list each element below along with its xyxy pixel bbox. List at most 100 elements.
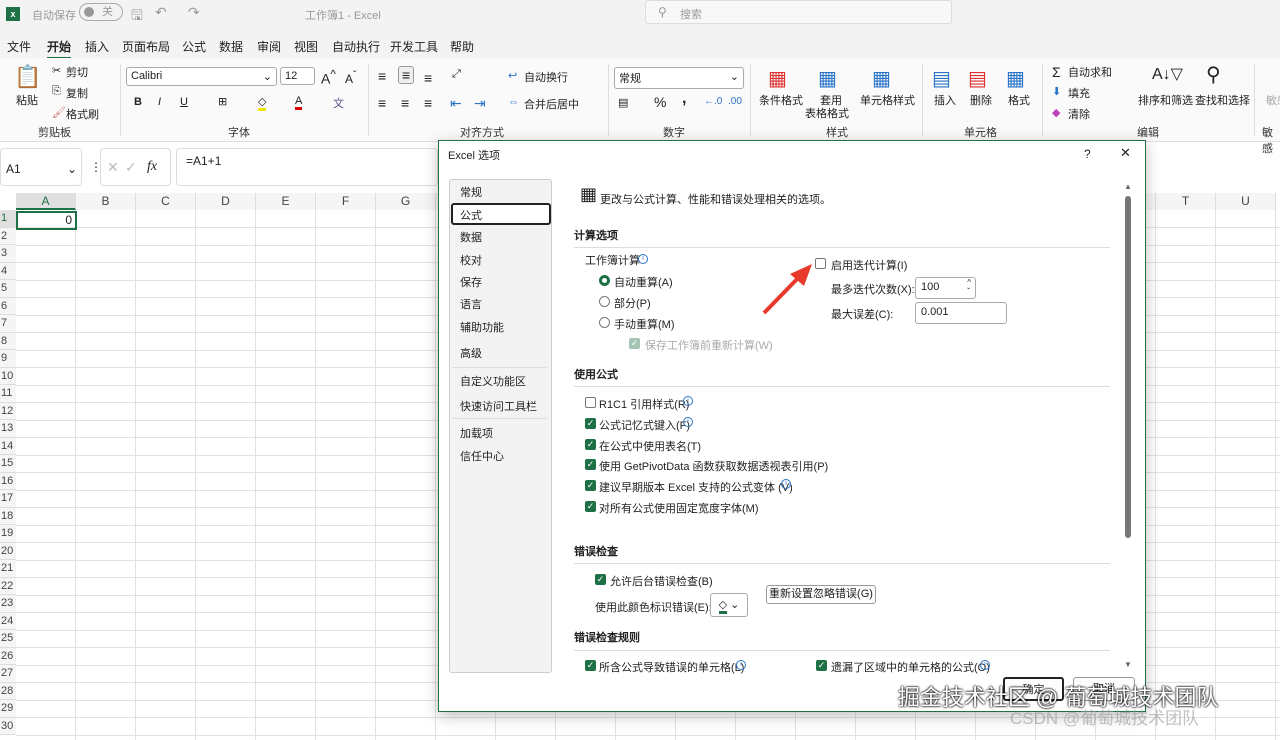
row-header[interactable]: 21 bbox=[0, 560, 16, 578]
autosum-button[interactable]: 自动求和 bbox=[1068, 64, 1112, 80]
increase-font-icon[interactable]: A^ bbox=[321, 68, 336, 87]
underline-button[interactable]: U bbox=[180, 96, 188, 108]
menu-developer[interactable]: 开发工具 bbox=[390, 38, 438, 55]
bold-button[interactable]: B bbox=[134, 96, 142, 108]
rule-omit-cells-checkbox[interactable]: ✓ bbox=[816, 660, 827, 671]
menu-formulas[interactable]: 公式 bbox=[182, 38, 206, 55]
row-header[interactable]: 19 bbox=[0, 525, 16, 543]
currency-icon[interactable]: ▤ bbox=[618, 96, 628, 109]
insert-cells-button[interactable]: 插入 bbox=[934, 92, 956, 108]
font-color-icon[interactable]: A bbox=[295, 95, 303, 110]
formula-option-checkbox[interactable]: ✓ bbox=[585, 417, 596, 429]
align-top-icon[interactable]: ≡ bbox=[378, 68, 386, 84]
phonetic-icon[interactable]: 文 bbox=[333, 95, 344, 111]
borders-icon[interactable]: ⊞ bbox=[218, 95, 227, 108]
radio-manual[interactable] bbox=[599, 317, 610, 328]
radio-partial[interactable] bbox=[599, 296, 610, 307]
name-box[interactable]: A1 ⌄ bbox=[0, 148, 82, 186]
radio-automatic[interactable] bbox=[599, 275, 610, 286]
row-header[interactable]: 14 bbox=[0, 437, 16, 455]
column-header[interactable]: E bbox=[256, 193, 316, 210]
conditional-format-button[interactable]: 条件格式 bbox=[759, 92, 803, 108]
row-header[interactable]: 8 bbox=[0, 332, 16, 350]
merge-center-button[interactable]: 合并后居中 bbox=[524, 96, 579, 112]
column-header[interactable]: A bbox=[16, 193, 76, 210]
menu-file[interactable]: 文件 bbox=[7, 38, 31, 55]
column-header[interactable]: G bbox=[376, 193, 436, 210]
row-header[interactable]: 12 bbox=[0, 402, 16, 420]
row-header[interactable]: 2 bbox=[0, 227, 16, 245]
align-right-icon[interactable]: ≡ bbox=[424, 95, 432, 111]
sort-filter-button[interactable]: 排序和筛选 bbox=[1138, 92, 1193, 108]
cut-button[interactable]: 剪切 bbox=[66, 64, 88, 80]
clear-button[interactable]: 清除 bbox=[1068, 106, 1090, 122]
row-header[interactable]: 6 bbox=[0, 297, 16, 315]
nav-item[interactable]: 自定义功能区 bbox=[460, 373, 526, 389]
row-header[interactable]: 23 bbox=[0, 595, 16, 613]
row-header[interactable]: 15 bbox=[0, 455, 16, 473]
reset-ignored-errors-button[interactable]: 重新设置忽略错误(G) bbox=[766, 585, 876, 604]
increase-indent-icon[interactable]: ⇥ bbox=[474, 95, 486, 112]
row-header[interactable]: 3 bbox=[0, 245, 16, 263]
menu-review[interactable]: 审阅 bbox=[257, 38, 281, 55]
save-icon[interactable]: 🖫 bbox=[131, 5, 143, 29]
help-button[interactable]: ? bbox=[1084, 147, 1091, 161]
formula-option-checkbox[interactable]: ✓ bbox=[585, 480, 596, 492]
menu-insert[interactable]: 插入 bbox=[85, 38, 109, 55]
error-color-picker[interactable]: ◇ ⌄ bbox=[710, 593, 748, 617]
menu-automate[interactable]: 自动执行 bbox=[332, 38, 380, 55]
formula-option-checkbox[interactable]: ✓ bbox=[585, 459, 596, 471]
row-header[interactable]: 16 bbox=[0, 472, 16, 490]
cancel-icon[interactable]: ✕ bbox=[107, 159, 119, 176]
redo-icon[interactable]: ↷ bbox=[188, 4, 200, 21]
scrollbar-thumb[interactable] bbox=[1125, 196, 1131, 538]
column-header[interactable]: C bbox=[136, 193, 196, 210]
format-cells-button[interactable]: 格式 bbox=[1008, 92, 1030, 108]
row-header[interactable]: 29 bbox=[0, 700, 16, 718]
row-header[interactable]: 30 bbox=[0, 717, 16, 735]
enter-icon[interactable]: ✓ bbox=[125, 159, 137, 176]
italic-button[interactable]: I bbox=[158, 96, 161, 108]
formula-option-checkbox[interactable]: ✓ bbox=[585, 438, 596, 450]
row-header[interactable]: 18 bbox=[0, 507, 16, 525]
menu-page-layout[interactable]: 页面布局 bbox=[122, 38, 170, 55]
row-header[interactable]: 1 bbox=[0, 210, 16, 228]
row-header[interactable]: 10 bbox=[0, 367, 16, 385]
column-header[interactable]: B bbox=[76, 193, 136, 210]
copy-button[interactable]: 复制 bbox=[66, 85, 88, 101]
row-header[interactable]: 24 bbox=[0, 612, 16, 630]
row-header[interactable]: 28 bbox=[0, 682, 16, 700]
number-format-select[interactable]: 常规 ⌄ bbox=[614, 67, 744, 89]
nav-item[interactable]: 高级 bbox=[460, 345, 482, 361]
decrease-decimal-icon[interactable]: .00 bbox=[728, 96, 742, 107]
orientation-icon[interactable]: ⤢ bbox=[452, 68, 461, 81]
nav-item[interactable]: 语言 bbox=[460, 296, 482, 312]
menu-help[interactable]: 帮助 bbox=[450, 38, 474, 55]
align-center-icon[interactable]: ≡ bbox=[401, 95, 409, 111]
fill-button[interactable]: 填充 bbox=[1068, 85, 1090, 101]
bg-error-checkbox[interactable]: ✓ bbox=[595, 574, 606, 585]
column-header[interactable]: F bbox=[316, 193, 376, 210]
undo-icon[interactable]: ↶ bbox=[155, 4, 167, 21]
max-iterations-spinner[interactable]: 100 ^ ˇ bbox=[915, 277, 976, 299]
nav-item[interactable]: 信任中心 bbox=[460, 448, 504, 464]
percent-button[interactable]: % bbox=[654, 94, 666, 110]
cell-styles-button[interactable]: 单元格样式 bbox=[860, 92, 915, 108]
formula-option-checkbox[interactable]: ✓ bbox=[585, 501, 596, 512]
column-header[interactable]: D bbox=[196, 193, 256, 210]
column-header[interactable]: U bbox=[1216, 193, 1276, 210]
column-header[interactable]: T bbox=[1156, 193, 1216, 210]
align-bottom-icon[interactable]: ≡ bbox=[424, 70, 432, 86]
autosave-toggle[interactable]: 关 bbox=[79, 3, 123, 21]
font-name-select[interactable]: Calibri ⌄ bbox=[126, 67, 277, 86]
font-size-select[interactable]: 12 bbox=[280, 67, 315, 85]
cell-a1[interactable]: 0 bbox=[16, 211, 77, 230]
row-header[interactable]: 9 bbox=[0, 350, 16, 368]
align-middle-icon[interactable]: ≡ bbox=[398, 66, 415, 84]
align-left-icon[interactable]: ≡ bbox=[378, 95, 386, 111]
nav-item[interactable]: 常规 bbox=[460, 184, 482, 200]
insert-function-icon[interactable]: fx bbox=[147, 159, 157, 175]
row-header[interactable]: 13 bbox=[0, 420, 16, 438]
nav-item[interactable]: 保存 bbox=[460, 274, 482, 290]
fill-color-icon[interactable]: ◇ bbox=[258, 95, 267, 111]
